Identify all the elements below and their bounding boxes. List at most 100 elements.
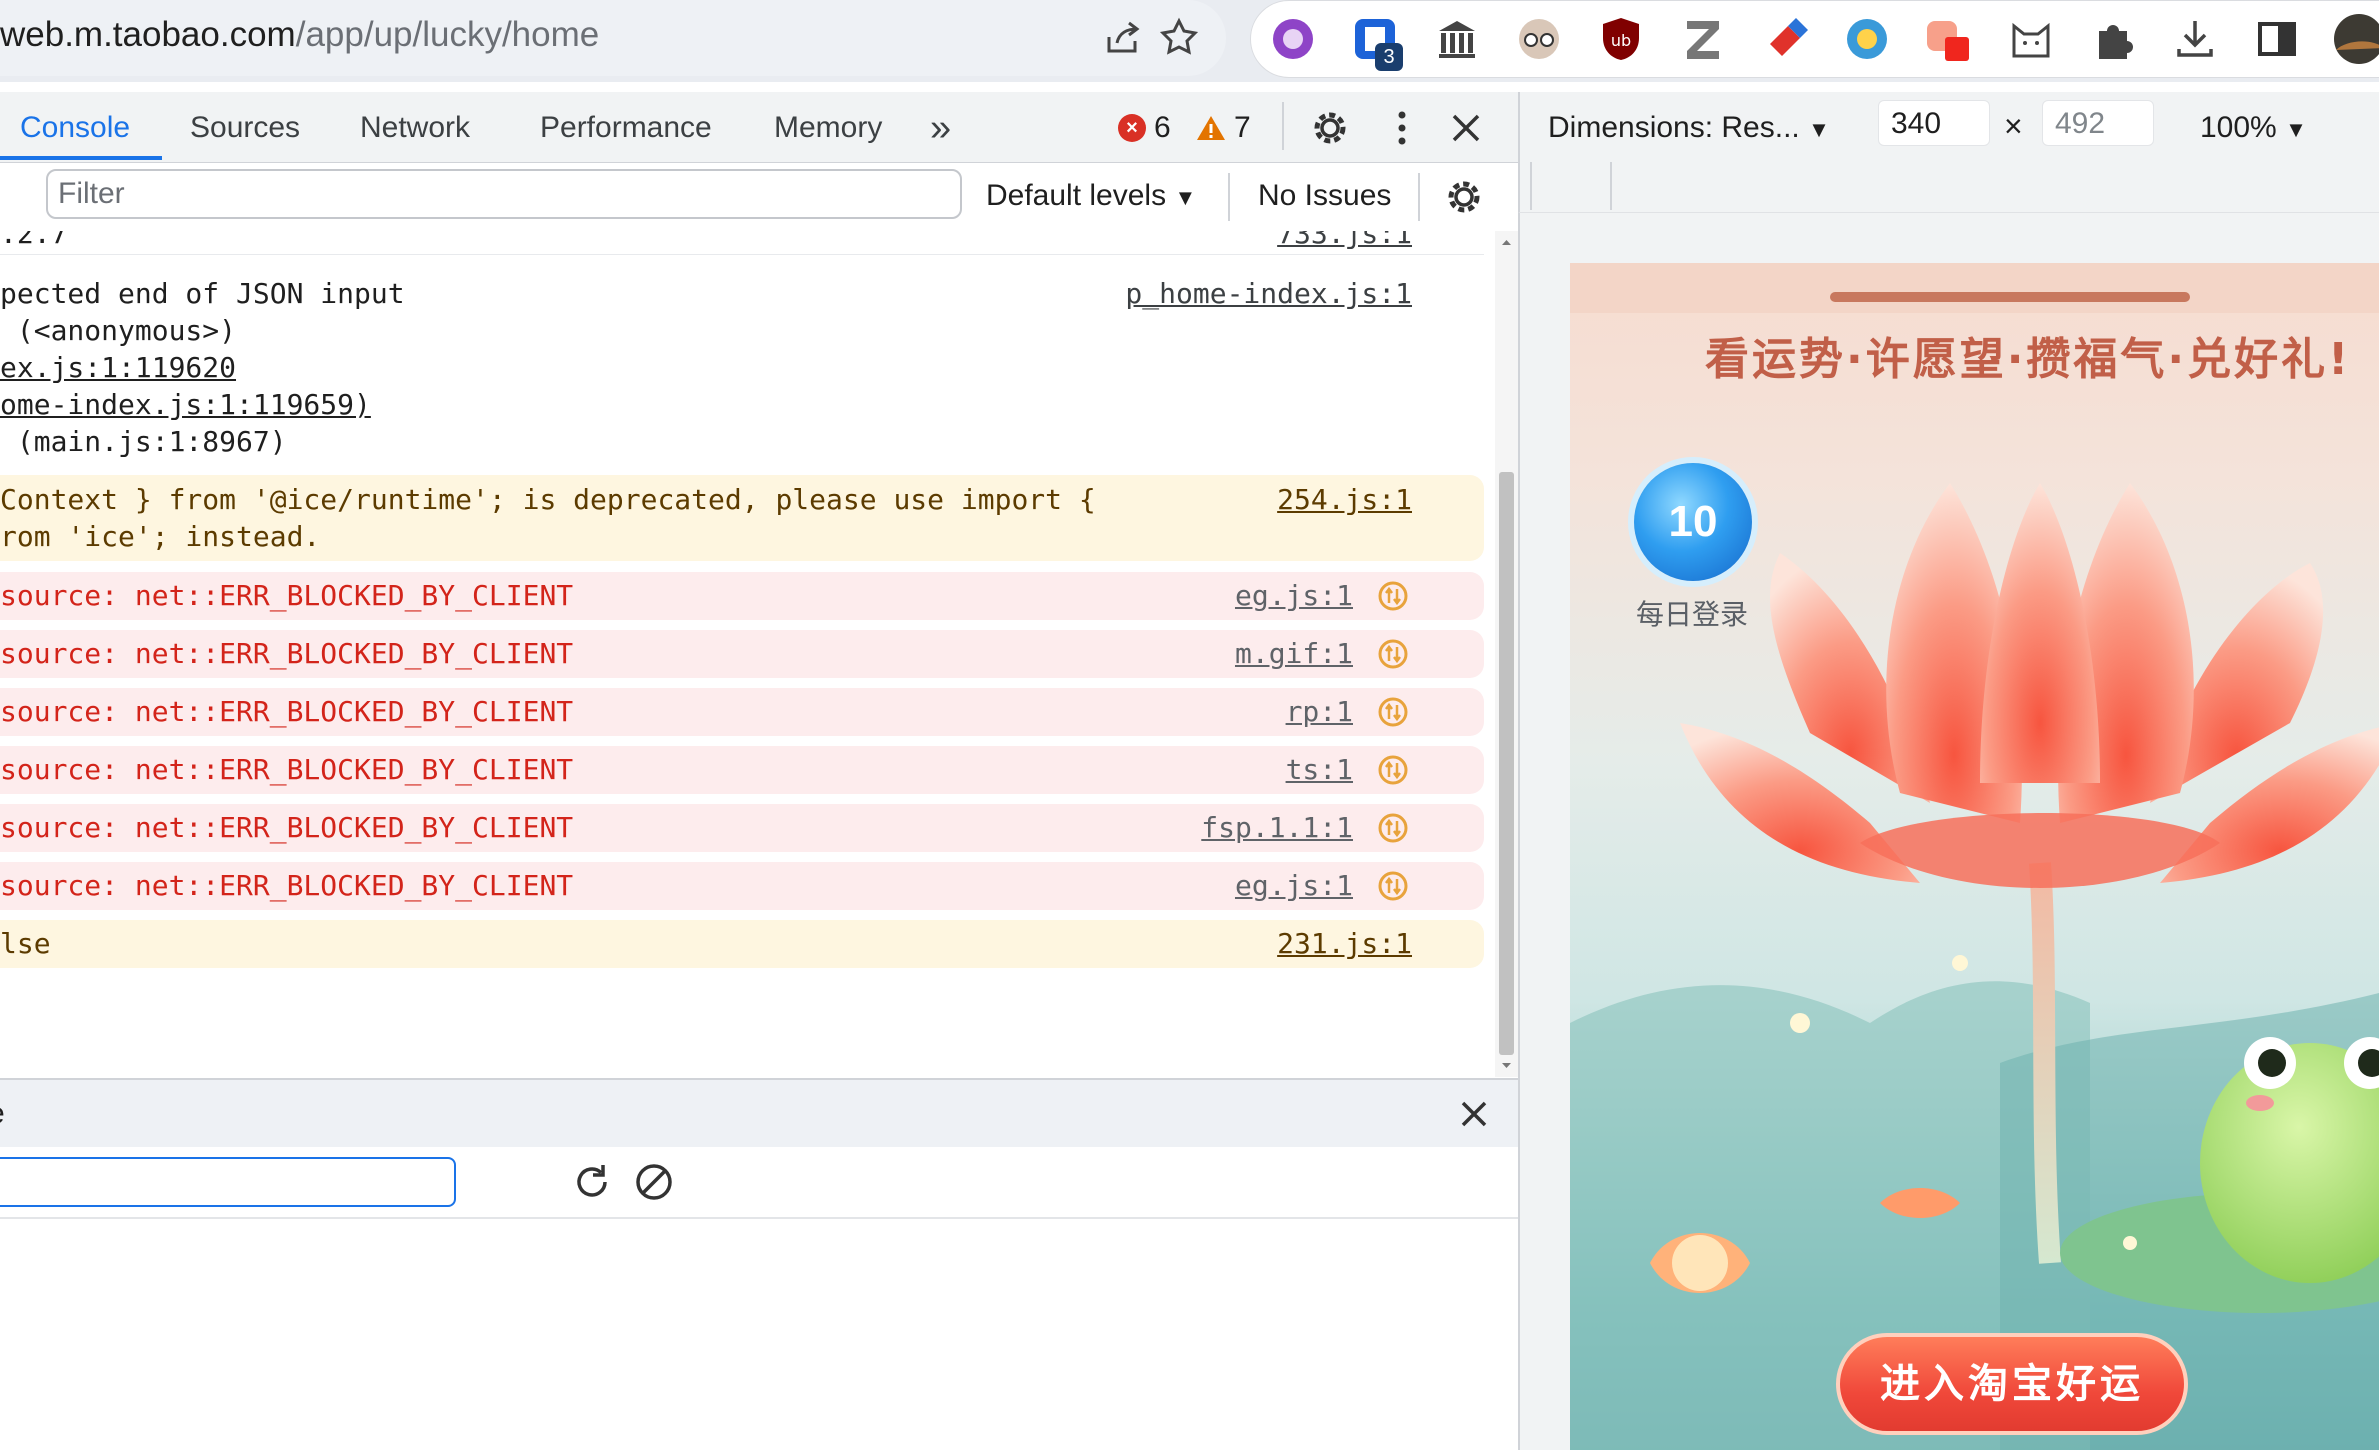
tab-sources[interactable]: Sources — [190, 104, 300, 152]
message-text: Context } from '@ice/runtime'; is deprec… — [0, 483, 1096, 516]
message-text: source: net::ERR_BLOCKED_BY_CLIENT — [0, 695, 574, 728]
message-text: source: net::ERR_BLOCKED_BY_CLIENT — [0, 811, 574, 844]
zoom-value: 100% — [2200, 111, 2277, 144]
chevron-down-icon: ▼ — [1174, 185, 1197, 210]
warning-counter[interactable]: 7 — [1196, 102, 1251, 154]
active-tab-indicator — [0, 156, 162, 160]
stack-link[interactable]: ome-index.js:1:119659) — [0, 386, 371, 423]
zoom-dropdown[interactable]: 100% ▼ — [2200, 102, 2307, 156]
network-request-icon[interactable] — [1378, 639, 1408, 669]
extension-eraser-icon[interactable] — [1755, 9, 1815, 69]
divider — [1418, 173, 1420, 221]
console-warning: Context } from '@ice/runtime'; is deprec… — [0, 475, 1484, 561]
url-path: /app/up/lucky/home — [295, 15, 600, 54]
chevron-down-icon: ▼ — [2285, 117, 2307, 142]
source-link[interactable]: 254.js:1 — [1277, 481, 1412, 518]
address-bar[interactable]: web.m.taobao.com/app/up/lucky/home — [0, 0, 1226, 76]
dimensions-dropdown[interactable]: Dimensions: Res... ▼ — [1548, 102, 1830, 156]
extension-cat-icon[interactable] — [2001, 9, 2061, 69]
scroll-down-icon[interactable] — [1495, 1055, 1518, 1075]
drawer-toolbar — [0, 1147, 1518, 1219]
drawer-input[interactable] — [0, 1157, 456, 1207]
extension-purple-icon[interactable] — [1263, 9, 1323, 69]
source-link[interactable]: 733.js:1 — [1277, 231, 1412, 252]
console-message: pected end of JSON input (<anonymous>) e… — [0, 257, 1484, 460]
issues-button[interactable]: No Issues — [1258, 171, 1391, 221]
source-link[interactable]: rp:1 — [1286, 693, 1353, 730]
times-icon: × — [2004, 108, 2023, 144]
tab-performance[interactable]: Performance — [540, 104, 712, 152]
log-levels-dropdown[interactable]: Default levels ▼ — [986, 171, 1196, 223]
extension-library-icon[interactable] — [1427, 9, 1487, 69]
extension-badge: 3 — [1375, 43, 1403, 71]
extension-glasses-icon[interactable] — [1509, 9, 1569, 69]
console-settings-icon[interactable] — [1438, 171, 1490, 223]
network-request-icon[interactable] — [1378, 697, 1408, 727]
source-link[interactable]: 231.js:1 — [1277, 925, 1412, 962]
console-warning: lse 231.js:1 — [0, 920, 1484, 968]
extension-blue-icon[interactable]: 3 — [1345, 9, 1405, 71]
network-request-icon[interactable] — [1378, 755, 1408, 785]
profile-avatar[interactable] — [2329, 9, 2379, 69]
url-text[interactable]: web.m.taobao.com/app/up/lucky/home — [0, 10, 599, 60]
settings-gear-icon[interactable] — [1304, 102, 1356, 154]
console-error: source: net::ERR_BLOCKED_BY_CLIENT fsp.1… — [0, 804, 1484, 852]
close-drawer-icon[interactable] — [1448, 1088, 1500, 1140]
tab-console[interactable]: Console — [20, 104, 130, 152]
extension-globe-icon[interactable] — [1837, 9, 1897, 69]
browser-toolbar: web.m.taobao.com/app/up/lucky/home 3 ub — [0, 0, 2379, 82]
warning-icon — [1197, 116, 1225, 140]
message-text: .2.7 — [0, 231, 68, 250]
message-text: source: net::ERR_BLOCKED_BY_CLIENT — [0, 637, 574, 670]
extensions-strip: 3 ub — [1250, 0, 2379, 78]
stack-link[interactable]: ex.js:1:119620 — [0, 349, 236, 386]
message-text: source: net::ERR_BLOCKED_BY_CLIENT — [0, 579, 574, 612]
console-error: source: net::ERR_BLOCKED_BY_CLIENT eg.js… — [0, 862, 1484, 910]
warning-count: 7 — [1234, 111, 1251, 144]
scrollbar-thumb[interactable] — [1499, 472, 1514, 1055]
dimensions-label: Dimensions: Res... — [1548, 111, 1800, 144]
viewport-width-input[interactable]: 340 — [1878, 100, 1990, 146]
error-counter[interactable]: × 6 — [1118, 102, 1171, 154]
viewport-height-input[interactable]: 492 — [2042, 100, 2154, 146]
console-message: .2.7 733.js:1 — [0, 231, 1484, 255]
source-link[interactable]: eg.js:1 — [1235, 867, 1353, 904]
refresh-icon[interactable] — [566, 1156, 618, 1208]
scroll-up-icon[interactable] — [1495, 233, 1518, 253]
network-request-icon[interactable] — [1378, 581, 1408, 611]
stack-link[interactable]: (main.js:1:8967) — [0, 423, 287, 460]
download-icon[interactable] — [2165, 9, 2225, 69]
source-link[interactable]: m.gif:1 — [1235, 635, 1353, 672]
divider — [1228, 173, 1230, 221]
zotero-icon[interactable] — [1673, 9, 1733, 69]
kebab-menu-icon[interactable] — [1376, 102, 1428, 154]
extension-orange-icon[interactable] — [1919, 9, 1979, 69]
source-link[interactable]: fsp.1.1:1 — [1201, 809, 1353, 846]
source-link[interactable]: eg.js:1 — [1235, 577, 1353, 614]
star-icon[interactable] — [1152, 10, 1206, 64]
url-host: web.m.taobao.com — [0, 15, 296, 54]
tab-memory[interactable]: Memory — [774, 104, 882, 152]
filter-input[interactable]: Filter — [46, 169, 962, 219]
console-error: source: net::ERR_BLOCKED_BY_CLIENT eg.js… — [0, 572, 1484, 620]
drawer-title[interactable]: e — [0, 1090, 5, 1138]
close-devtools-icon[interactable] — [1440, 102, 1492, 154]
network-request-icon[interactable] — [1378, 813, 1408, 843]
console-error: source: net::ERR_BLOCKED_BY_CLIENT m.gif… — [0, 630, 1484, 678]
tab-network[interactable]: Network — [360, 104, 470, 152]
console-output: .2.7 733.js:1 pected end of JSON input (… — [0, 231, 1495, 1077]
extensions-puzzle-icon[interactable] — [2083, 9, 2143, 69]
share-icon[interactable] — [1096, 10, 1150, 64]
source-link[interactable]: p_home-index.js:1 — [1125, 275, 1412, 312]
side-panel-icon[interactable] — [2247, 9, 2307, 69]
enter-button[interactable]: 进入淘宝好运 — [1836, 1333, 2188, 1435]
divider — [1282, 102, 1284, 150]
source-link[interactable]: ts:1 — [1286, 751, 1353, 788]
chevron-down-icon: ▼ — [1808, 117, 1830, 142]
more-tabs-icon[interactable]: » — [930, 104, 951, 152]
message-text: (<anonymous>) — [0, 314, 237, 347]
message-text: rom 'ice'; instead. — [0, 520, 321, 553]
clear-block-icon[interactable] — [628, 1156, 680, 1208]
ublock-icon[interactable]: ub — [1591, 9, 1651, 69]
network-request-icon[interactable] — [1378, 871, 1408, 901]
